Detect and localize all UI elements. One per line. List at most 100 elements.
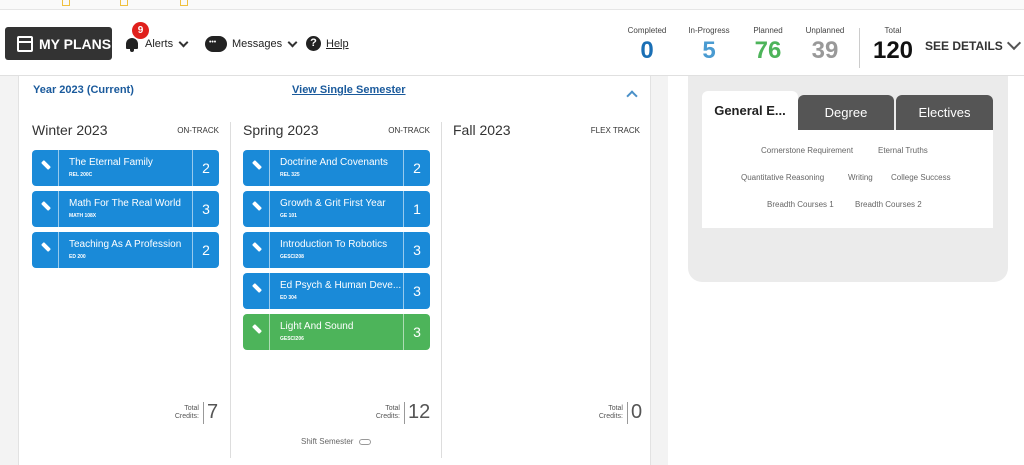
requirement-link[interactable]: Eternal Truths <box>878 146 928 155</box>
arrow-right-icon <box>359 438 372 445</box>
total-credits-label: Total Credits: <box>170 401 204 424</box>
total-credits-label: Total Credits: <box>594 401 628 424</box>
course-credits: 1 <box>403 191 430 227</box>
stat-label: Planned <box>753 26 783 35</box>
course-code: REL 200C <box>69 172 93 178</box>
stat-label: In-Progress <box>688 26 730 35</box>
messages-menu[interactable]: Messages <box>205 36 298 52</box>
stat-value: 39 <box>811 37 839 64</box>
requirements-panel: General E... Degree Electives Cornerston… <box>668 76 1024 465</box>
course-card[interactable]: Ed Psych & Human Deve... ED 304 3 <box>243 273 430 309</box>
see-details-button[interactable]: SEE DETAILS <box>925 35 1021 53</box>
strip-marker <box>120 0 128 6</box>
total-credits: Total Credits: 7 <box>170 401 218 424</box>
year-title: Year 2023 (Current) <box>33 84 134 96</box>
semester-winter: Winter 2023 ON-TRACK The Eternal Family … <box>32 122 219 459</box>
chevron-down-icon <box>287 37 298 47</box>
course-title: The Eternal Family <box>69 157 153 168</box>
help-label: Help <box>326 37 349 50</box>
pencil-icon[interactable] <box>243 232 270 268</box>
requirement-link[interactable]: Quantitative Reasoning <box>741 173 824 182</box>
course-title: Growth & Grit First Year <box>280 198 386 209</box>
course-credits: 3 <box>403 232 430 268</box>
course-title: Ed Psych & Human Deve... <box>280 280 402 291</box>
chevron-down-icon <box>1006 35 1021 51</box>
strip-marker <box>180 0 188 6</box>
course-title: Teaching As A Profession <box>69 239 182 250</box>
alerts-count-badge: 9 <box>132 22 149 39</box>
requirements-card: General E... Degree Electives Cornerston… <box>688 76 1008 282</box>
requirement-link[interactable]: Cornerstone Requirement <box>761 146 853 155</box>
stat-total: Total 120 <box>866 26 920 65</box>
course-code: MATH 108X <box>69 213 97 219</box>
stat-divider <box>859 28 860 68</box>
requirement-link[interactable]: Breadth Courses 1 <box>767 200 834 209</box>
total-credits: Total Credits: 0 <box>594 401 642 424</box>
stat-planned: Planned 76 <box>746 26 790 65</box>
pencil-icon[interactable] <box>32 150 59 186</box>
stat-label: Unplanned <box>805 26 845 35</box>
pencil-icon[interactable] <box>243 314 270 350</box>
course-title: Introduction To Robotics <box>280 239 388 250</box>
my-plans-label: MY PLANS <box>39 35 112 52</box>
pencil-icon[interactable] <box>243 273 270 309</box>
stat-value: 5 <box>702 37 716 64</box>
pencil-icon[interactable] <box>32 191 59 227</box>
stat-value: 0 <box>640 37 654 64</box>
course-credits: 2 <box>192 232 219 268</box>
track-status: ON-TRACK <box>177 126 219 135</box>
tab-electives[interactable]: Electives <box>896 95 993 130</box>
alerts-menu[interactable]: Alerts <box>125 36 189 52</box>
pencil-icon[interactable] <box>243 191 270 227</box>
help-icon: ? <box>306 36 321 51</box>
total-credits-value: 12 <box>408 401 431 423</box>
tab-degree[interactable]: Degree <box>798 95 894 130</box>
total-credits-value: 7 <box>207 401 219 423</box>
course-card[interactable]: The Eternal Family REL 200C 2 <box>32 150 219 186</box>
pencil-icon[interactable] <box>32 232 59 268</box>
course-card[interactable]: Introduction To Robotics GESCI208 3 <box>243 232 430 268</box>
pencil-icon[interactable] <box>243 150 270 186</box>
semester-divider <box>230 122 231 458</box>
course-credits: 3 <box>192 191 219 227</box>
collapse-chevron-icon[interactable] <box>626 90 638 102</box>
course-code: ED 304 <box>280 295 297 301</box>
stat-completed: Completed 0 <box>624 26 670 65</box>
requirement-link[interactable]: Breadth Courses 2 <box>855 200 922 209</box>
stat-unplanned: Unplanned 39 <box>802 26 848 65</box>
course-card[interactable]: Teaching As A Profession ED 200 2 <box>32 232 219 268</box>
shift-semester-label: Shift Semester <box>301 437 354 446</box>
course-credits: 2 <box>192 150 219 186</box>
messages-label: Messages <box>232 38 283 50</box>
help-link[interactable]: ? Help <box>306 36 349 51</box>
semester-name: Fall 2023 <box>453 122 511 138</box>
requirement-link[interactable]: College Success <box>891 173 951 182</box>
my-plans-button[interactable]: MY PLANS <box>5 27 112 60</box>
course-credits: 3 <box>403 314 430 350</box>
course-card[interactable]: Growth & Grit First Year GE 101 1 <box>243 191 430 227</box>
course-card[interactable]: Math For The Real World MATH 108X 3 <box>32 191 219 227</box>
course-code: ED 200 <box>69 254 86 260</box>
course-credits: 2 <box>403 150 430 186</box>
course-code: GE 101 <box>280 213 297 219</box>
view-single-semester-link[interactable]: View Single Semester <box>292 84 406 96</box>
top-strip <box>0 0 1024 10</box>
semester-divider <box>441 122 442 458</box>
track-status: ON-TRACK <box>388 126 430 135</box>
tab-content: Cornerstone Requirement Eternal Truths Q… <box>702 130 993 228</box>
course-card[interactable]: Light And Sound GESCI206 3 <box>243 314 430 350</box>
total-credits-value: 0 <box>631 401 643 423</box>
total-credits-label: Total Credits: <box>371 401 405 424</box>
year-plan-card: Year 2023 (Current) View Single Semester… <box>18 76 651 465</box>
requirement-link[interactable]: Writing <box>848 173 873 182</box>
course-title: Light And Sound <box>280 321 354 332</box>
stat-value: 120 <box>872 37 914 64</box>
tab-general-education[interactable]: General E... <box>702 91 798 130</box>
course-code: GESCI208 <box>280 254 304 260</box>
shift-semester-button[interactable]: Shift Semester <box>301 437 372 446</box>
semester-fall: Fall 2023 FLEX TRACK Total Credits: 0 <box>453 122 642 459</box>
course-code: GESCI206 <box>280 336 304 342</box>
course-card[interactable]: Doctrine And Covenants REL 325 2 <box>243 150 430 186</box>
course-credits: 3 <box>403 273 430 309</box>
semester-spring: Spring 2023 ON-TRACK Doctrine And Covena… <box>243 122 430 459</box>
